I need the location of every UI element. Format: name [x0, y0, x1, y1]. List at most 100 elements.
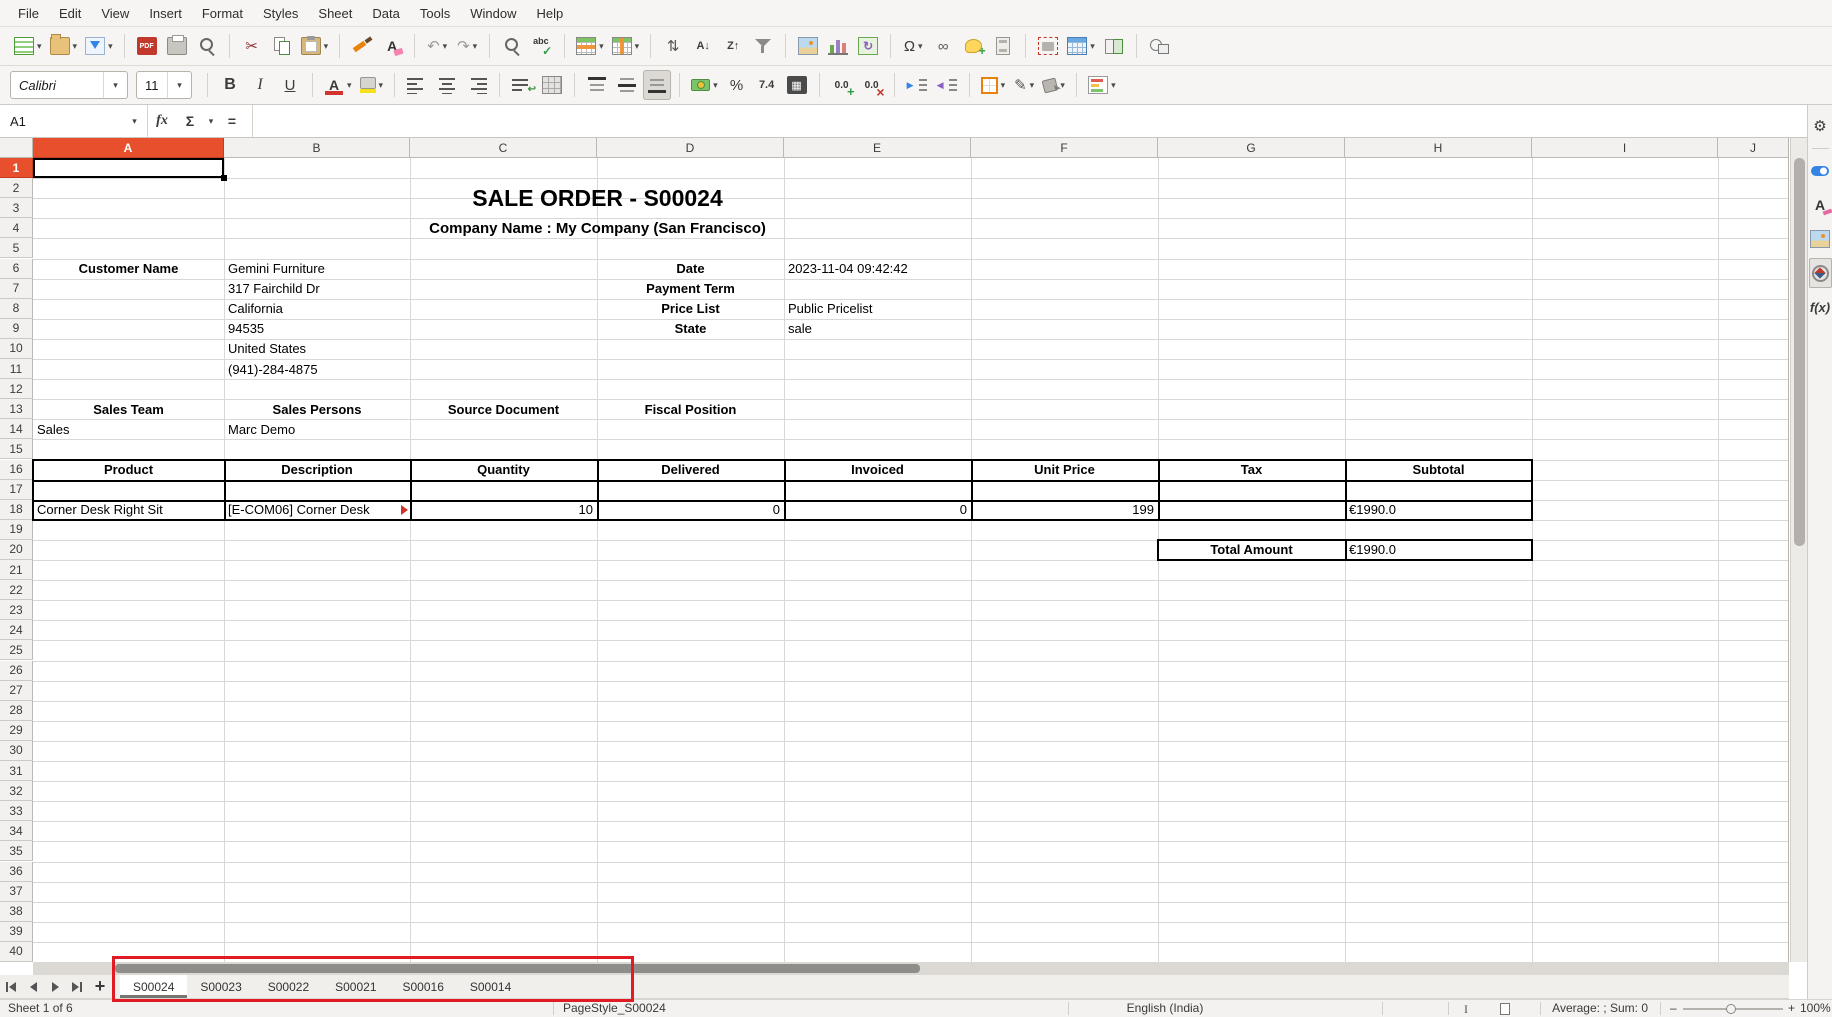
- add-decimal-place-button[interactable]: [828, 70, 856, 100]
- sort-ascending-button[interactable]: A↓: [689, 31, 717, 61]
- conditional-formatting-button[interactable]: ▾: [1085, 70, 1119, 100]
- italic-button[interactable]: I: [246, 70, 274, 100]
- row-header-30[interactable]: 30: [0, 740, 33, 761]
- row-header-36[interactable]: 36: [0, 861, 33, 882]
- headers-and-footers-button[interactable]: [989, 31, 1017, 61]
- sheet-info[interactable]: Sheet 1 of 6: [8, 1001, 73, 1015]
- row-dropdown-icon[interactable]: ▾: [599, 41, 604, 52]
- open-dropdown-icon[interactable]: ▾: [73, 41, 78, 52]
- center-vertically-button[interactable]: [613, 70, 641, 100]
- row-header-4[interactable]: 4: [0, 218, 33, 239]
- cell-D16[interactable]: Delivered: [597, 460, 784, 480]
- select-function-dropdown-icon[interactable]: ▾: [204, 105, 218, 137]
- row-header-2[interactable]: 2: [0, 178, 33, 199]
- row-header-20[interactable]: 20: [0, 539, 33, 560]
- spreadsheet-grid[interactable]: A B C D E F G H I J 1 2 3 4 5 6 7 8 9 10 11 12 13 14 15 16 17 18 19 2…: [0, 138, 1789, 962]
- cell-D18[interactable]: 0: [597, 500, 784, 520]
- save-dropdown-icon[interactable]: ▾: [108, 41, 113, 52]
- row-header-12[interactable]: 12: [0, 379, 33, 400]
- cell-D9[interactable]: State: [597, 319, 784, 339]
- clone-formatting-button[interactable]: [348, 31, 376, 61]
- paste-dropdown-icon[interactable]: ▾: [324, 41, 329, 52]
- cell-A16[interactable]: Product: [33, 460, 224, 480]
- column-header-H[interactable]: H: [1345, 138, 1532, 158]
- print-button[interactable]: [163, 31, 191, 61]
- page-style[interactable]: PageStyle_S00024: [563, 1001, 666, 1015]
- next-sheet-button[interactable]: [44, 975, 66, 998]
- row-header-23[interactable]: 23: [0, 600, 33, 621]
- functions-deck-button[interactable]: f(x): [1809, 292, 1832, 322]
- column-header-A[interactable]: A: [33, 138, 224, 158]
- cell-E8[interactable]: Public Pricelist: [784, 299, 971, 319]
- row-header-38[interactable]: 38: [0, 901, 33, 922]
- insert-pivot-table-button[interactable]: ↻: [854, 31, 882, 61]
- cell-G16[interactable]: Tax: [1158, 460, 1345, 480]
- delete-decimal-place-button[interactable]: [858, 70, 886, 100]
- column-header-J[interactable]: J: [1718, 138, 1788, 158]
- paste-button[interactable]: ▾: [298, 31, 332, 61]
- column-dropdown-icon[interactable]: ▾: [635, 41, 640, 52]
- previous-sheet-button[interactable]: [22, 975, 44, 998]
- row-header-7[interactable]: 7: [0, 278, 33, 299]
- row-header-21[interactable]: 21: [0, 560, 33, 581]
- row-header-35[interactable]: 35: [0, 841, 33, 862]
- border-style-dropdown-icon[interactable]: ▾: [1030, 80, 1035, 91]
- last-sheet-button[interactable]: [66, 975, 88, 998]
- highlighting-color-dropdown-icon[interactable]: ▾: [379, 80, 384, 91]
- cell-E9[interactable]: sale: [784, 319, 971, 339]
- cell-A6[interactable]: Customer Name: [33, 259, 224, 279]
- cell-E6[interactable]: 2023-11-04 09:42:42: [784, 259, 1158, 279]
- font-name-dropdown-icon[interactable]: ▾: [103, 72, 127, 98]
- row-header-40[interactable]: 40: [0, 941, 33, 962]
- cell-A14[interactable]: Sales: [33, 419, 224, 439]
- insert-hyperlink-button[interactable]: ∞: [929, 31, 957, 61]
- font-name-combo[interactable]: Calibri ▾: [10, 71, 128, 99]
- row-header-13[interactable]: 13: [0, 399, 33, 420]
- print-preview-button[interactable]: [193, 31, 221, 61]
- insert-image-button[interactable]: [794, 31, 822, 61]
- insert-chart-button[interactable]: [824, 31, 852, 61]
- clear-formatting-button[interactable]: [378, 31, 406, 61]
- cell-C16[interactable]: Quantity: [410, 460, 597, 480]
- styles-deck-button[interactable]: [1809, 190, 1832, 220]
- cell-F16[interactable]: Unit Price: [971, 460, 1158, 480]
- row-header-34[interactable]: 34: [0, 821, 33, 842]
- row-header-10[interactable]: 10: [0, 338, 33, 359]
- cell-D6[interactable]: Date: [597, 259, 784, 279]
- cell-H18[interactable]: €1990.0: [1345, 500, 1532, 520]
- cell-B13[interactable]: Sales Persons: [224, 399, 410, 419]
- date-format-button[interactable]: ▦: [783, 70, 811, 100]
- conditional-formatting-dropdown-icon[interactable]: ▾: [1111, 80, 1116, 91]
- row-header-14[interactable]: 14: [0, 419, 33, 440]
- formula-button[interactable]: =: [218, 105, 246, 137]
- freeze-rows-and-columns-dropdown-icon[interactable]: ▾: [1090, 41, 1095, 52]
- font-size-combo[interactable]: 11 ▾: [136, 71, 192, 99]
- cell-B7[interactable]: 317 Fairchild Dr: [224, 279, 410, 299]
- percent-format-button[interactable]: %: [723, 70, 751, 100]
- row-header-5[interactable]: 5: [0, 238, 33, 259]
- print-area-button[interactable]: [1034, 31, 1062, 61]
- special-character-button[interactable]: Ω ▾: [899, 31, 927, 61]
- row-header-15[interactable]: 15: [0, 439, 33, 460]
- row-header-25[interactable]: 25: [0, 640, 33, 661]
- row-header-1[interactable]: 1: [0, 158, 33, 179]
- cell-H20[interactable]: €1990.0: [1345, 540, 1532, 560]
- row-header-22[interactable]: 22: [0, 580, 33, 601]
- column-header-C[interactable]: C: [410, 138, 597, 158]
- borders-dropdown-icon[interactable]: ▾: [1001, 80, 1006, 91]
- insert-mode-icon[interactable]: I: [1462, 1002, 1470, 1017]
- new-document-button[interactable]: ▾: [11, 31, 45, 61]
- navigator-deck-button[interactable]: [1808, 258, 1832, 288]
- row-header-26[interactable]: 26: [0, 660, 33, 681]
- sort-button[interactable]: ⇅: [659, 31, 687, 61]
- cell-H16[interactable]: Subtotal: [1345, 460, 1532, 480]
- column-button[interactable]: ▾: [609, 31, 643, 61]
- cell-E16[interactable]: Invoiced: [784, 460, 971, 480]
- row-button[interactable]: ▾: [573, 31, 607, 61]
- average-sum-status[interactable]: Average: ; Sum: 0: [1488, 1001, 1648, 1015]
- cut-button[interactable]: ✂: [238, 31, 266, 61]
- menu-insert[interactable]: Insert: [139, 2, 192, 25]
- row-header-27[interactable]: 27: [0, 680, 33, 701]
- wrap-text-button[interactable]: [508, 70, 536, 100]
- spelling-button[interactable]: [528, 31, 556, 61]
